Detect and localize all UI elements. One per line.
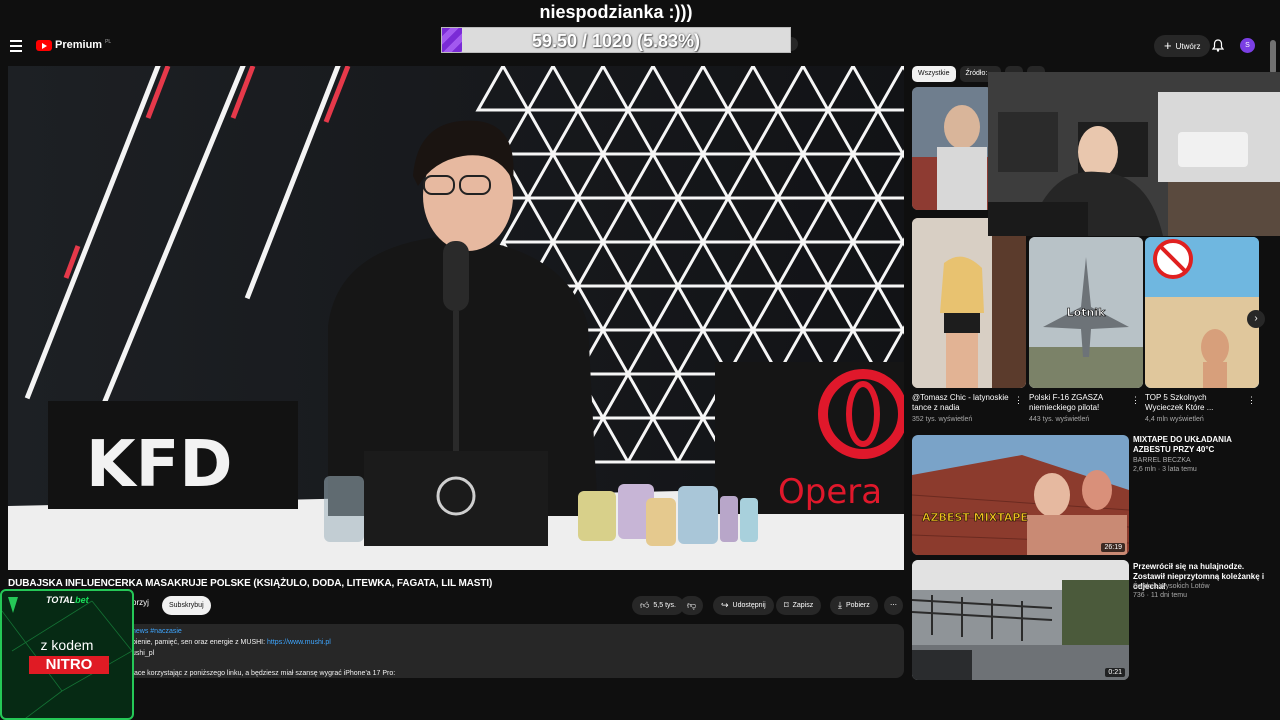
notifications-icon[interactable] [1212, 39, 1224, 52]
scrollbar-thumb[interactable] [1270, 40, 1276, 74]
video-title: DUBAJSKA INFLUENCERKA MASAKRUJE POLSKE (… [8, 578, 493, 589]
description-line-2: ushi_pl [132, 650, 155, 657]
logo-text: Premium [55, 39, 103, 51]
share-button[interactable]: ↪ Udostępnij [713, 596, 774, 615]
download-icon: ⤓ [838, 600, 842, 610]
thumbs-down-icon: 👎︎ [687, 600, 697, 610]
video-duration: 26:19 [1101, 543, 1125, 552]
promo-brand: TOTALbet [46, 595, 89, 605]
goal-title: niespodzianka :))) [539, 2, 693, 22]
plus-icon: + [1164, 38, 1172, 53]
goal-progress-bar: 59.50 / 1020 (5.83%) [441, 27, 791, 53]
promo-code: NITRO [29, 656, 109, 674]
promo-text: z kodem [40, 637, 94, 653]
create-label: Utwórz [1175, 41, 1201, 51]
menu-icon[interactable] [10, 38, 26, 54]
promo-overlay: TOTALbet z kodem NITRO [0, 589, 134, 720]
streamer-webcam [988, 72, 1280, 236]
dislike-button[interactable]: 👎︎ [680, 596, 704, 615]
description-text: pienie, pamięć, sen oraz energie z MUSHI… [132, 639, 268, 646]
short-thumbnail-1[interactable] [912, 218, 1026, 388]
short-views-1: 352 tys. wyświetleń [912, 416, 973, 423]
recommended-title-1[interactable]: MIXTAPE DO UKŁADANIA AZBESTU PRZY 40°C [1133, 435, 1265, 455]
short-title-1[interactable]: @Tomasz Chic - latynoskie tance z nadia [912, 393, 1012, 413]
short-title-2[interactable]: Polski F-16 ZGASZA niemieckiego pilota! [1029, 393, 1127, 413]
description-link[interactable]: https://www.mushi.pl [267, 639, 331, 646]
more-actions-button[interactable]: ⋯ [884, 596, 903, 615]
thumbnail-caption: AZBEST MIXTAPE [922, 511, 1028, 524]
video-actions-row: przyj Subskrybuj 👍︎ 5,5 tys. 👎︎ ↪ Udostę… [0, 595, 910, 617]
short-thumbnail-2[interactable]: Lotnik [1029, 237, 1143, 388]
more-vert-icon[interactable]: ⋮ [1014, 396, 1023, 405]
create-button[interactable]: + Utwórz [1154, 35, 1211, 57]
subscribe-button[interactable]: Subskrybuj [162, 596, 211, 615]
description-box[interactable]: news #naczasie pienie, pamięć, sen oraz … [8, 624, 904, 678]
goal-progress-text: 59.50 / 1020 (5.83%) [531, 31, 701, 51]
join-label[interactable]: przyj [132, 598, 149, 607]
short-title-3[interactable]: TOP 5 Szkolnych Wycieczek Które ... [1145, 393, 1243, 413]
like-button[interactable]: 👍︎ 5,5 tys. [632, 596, 684, 615]
short-views-2: 443 tys. wyświetleń [1029, 416, 1090, 423]
bookmark-icon: ⌑ [784, 600, 789, 610]
video-thumbnail[interactable] [912, 87, 992, 210]
recommended-meta-1: 2,6 mln · 3 lata temu [1133, 466, 1197, 473]
video-duration: 0:21 [1105, 668, 1125, 677]
short-overlay-text: Lotnik [1067, 306, 1106, 319]
logo-country: PL [105, 39, 112, 45]
recommended-thumbnail-1[interactable]: AZBEST MIXTAPE 26:19 [912, 435, 1129, 555]
save-label: Zapisz [792, 602, 814, 609]
chevron-right-icon[interactable]: › [1247, 310, 1265, 328]
thumbs-up-icon: 👍︎ [640, 600, 650, 610]
video-player[interactable]: KFD Opera [8, 66, 904, 570]
opera-logo: Opera [778, 472, 882, 512]
avatar[interactable]: S [1240, 38, 1255, 53]
recommended-channel-1[interactable]: BARREL BECZKA [1133, 457, 1191, 464]
download-button[interactable]: ⤓ Pobierz [830, 596, 878, 615]
recommended-thumbnail-2[interactable]: 0:21 [912, 560, 1129, 680]
share-label: Udostępnij [732, 602, 766, 609]
recommended-channel-2[interactable]: Świdnik Wysokich Lotów [1133, 583, 1210, 590]
kfd-logo: KFD [86, 428, 232, 502]
chip-all[interactable]: Wszystkie [912, 66, 956, 82]
short-thumbnail-3[interactable] [1145, 237, 1259, 388]
youtube-logo[interactable]: Premium PL [36, 39, 111, 51]
short-views-3: 4,4 mln wyświetleń [1145, 416, 1204, 423]
youtube-play-icon [36, 39, 52, 51]
more-icon: ⋯ [890, 602, 897, 609]
description-hashtags[interactable]: news #naczasie [132, 626, 904, 637]
description-line-1: pienie, pamięć, sen oraz energie z MUSHI… [132, 637, 904, 648]
more-vert-icon[interactable]: ⋮ [1131, 396, 1140, 405]
recommended-meta-2: 736 · 11 dni temu [1133, 592, 1187, 599]
save-button[interactable]: ⌑ Zapisz [776, 596, 822, 615]
description-line-3: tace korzystając z poniższego linku, a b… [132, 670, 396, 677]
download-label: Pobierz [845, 602, 870, 609]
more-vert-icon[interactable]: ⋮ [1247, 396, 1256, 405]
share-icon: ↪ [721, 600, 729, 610]
video-frame: KFD Opera [8, 66, 904, 570]
like-count: 5,5 tys. [653, 602, 676, 609]
